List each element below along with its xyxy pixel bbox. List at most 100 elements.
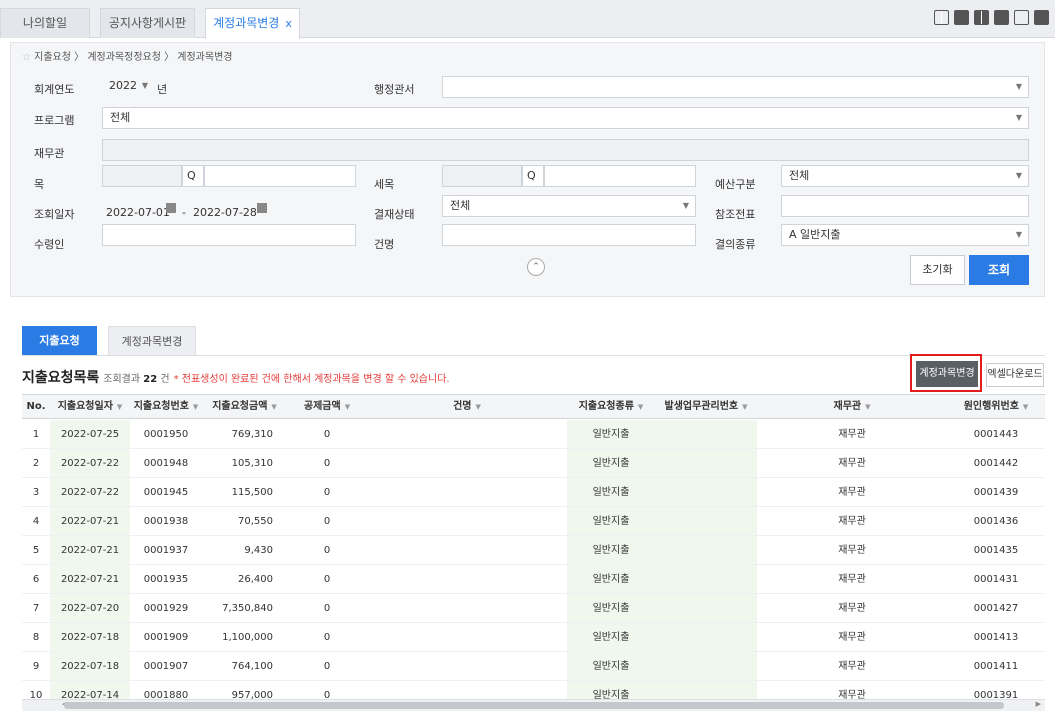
admin-office-select[interactable]: ▼ <box>442 76 1029 98</box>
subitem-search-button[interactable]: Q <box>522 165 544 187</box>
table-cell: 일반지출 <box>567 652 655 681</box>
horizontal-scrollbar[interactable]: ◀ ▶ <box>22 699 1045 711</box>
table-cell: 재무관 <box>757 507 947 536</box>
sort-icon[interactable]: ▼ <box>271 403 276 411</box>
payee-input[interactable] <box>102 224 356 246</box>
program-select[interactable]: 전체 ▼ <box>102 107 1029 129</box>
column-header[interactable]: 지출요청번호 ▼ <box>130 395 202 419</box>
table-cell <box>655 507 757 536</box>
tab-expense-request[interactable]: 지출요청 <box>22 326 97 356</box>
sort-icon[interactable]: ▼ <box>1023 403 1028 411</box>
table-cell <box>367 449 567 478</box>
table-row[interactable]: 10 2022-07-14 0001880 957,000 0 일반지출 재무관 000139… <box>22 681 1045 699</box>
calendar-icon[interactable] <box>257 203 267 213</box>
highlight-box <box>910 354 982 392</box>
table-cell <box>655 652 757 681</box>
sort-icon[interactable]: ▼ <box>742 403 747 411</box>
table-cell <box>655 536 757 565</box>
table-cell: 0 <box>287 536 367 565</box>
sort-icon[interactable]: ▼ <box>345 403 350 411</box>
table-cell: 일반지출 <box>567 478 655 507</box>
column-header[interactable]: 원인행위번호 ▼ <box>947 395 1045 419</box>
column-header[interactable]: 재무관 ▼ <box>757 395 947 419</box>
column-header[interactable]: 건명 ▼ <box>367 395 567 419</box>
close-all-icon[interactable] <box>1034 10 1049 25</box>
budget-type-select[interactable]: 전체 ▼ <box>781 165 1029 187</box>
layout-columns-icon[interactable] <box>974 10 989 25</box>
tab-account-change[interactable]: 계정과목변경 x <box>205 8 300 39</box>
table-row[interactable]: 2 2022-07-22 0001948 105,310 0 일반지출 재무관 0001442 <box>22 449 1045 478</box>
column-header[interactable]: 발생업무관리번호 ▼ <box>655 395 757 419</box>
table-row[interactable]: 3 2022-07-22 0001945 115,500 0 일반지출 재무관 0001439 <box>22 478 1045 507</box>
table-row[interactable]: 5 2022-07-21 0001937 9,430 0 일반지출 재무관 0001435 <box>22 536 1045 565</box>
collapse-chevron-icon[interactable]: ⌃ <box>527 258 545 276</box>
table-cell: 9 <box>22 652 50 681</box>
sort-icon[interactable]: ▼ <box>193 403 198 411</box>
search-button[interactable]: 조회 <box>969 255 1029 285</box>
sort-icon[interactable]: ▼ <box>865 403 870 411</box>
approval-status-select[interactable]: 전체 ▼ <box>442 195 696 217</box>
table-row[interactable]: 8 2022-07-18 0001909 1,100,000 0 일반지출 재무관 00014… <box>22 623 1045 652</box>
table-cell: 2022-07-21 <box>50 536 130 565</box>
scroll-thumb[interactable] <box>64 702 1004 709</box>
tab-notice-board[interactable]: 공지사항게시판 <box>100 8 195 38</box>
table-cell: 26,400 <box>202 565 287 594</box>
layout-split-icon[interactable] <box>934 10 949 25</box>
table-cell: 일반지출 <box>567 420 655 449</box>
table-row[interactable]: 4 2022-07-21 0001938 70,550 0 일반지출 재무관 0001436 <box>22 507 1045 536</box>
sort-icon[interactable]: ▼ <box>638 403 643 411</box>
budget-type-label: 예산구분 <box>715 178 756 191</box>
decision-type-select[interactable]: A 일반지출 ▼ <box>781 224 1029 246</box>
table-row[interactable]: 7 2022-07-20 0001929 7,350,840 0 일반지출 재무관 00014… <box>22 594 1045 623</box>
table-cell: 0001427 <box>947 594 1045 623</box>
sort-icon[interactable]: ▼ <box>476 403 481 411</box>
date-to-input[interactable]: 2022-07-28 <box>193 206 257 219</box>
star-icon[interactable]: ☆ <box>22 52 34 63</box>
table-cell: 115,500 <box>202 478 287 507</box>
calendar-icon[interactable] <box>166 203 176 213</box>
approval-status-value: 전체 <box>450 199 471 212</box>
close-icon[interactable]: x <box>285 17 292 30</box>
table-cell <box>367 652 567 681</box>
item-name-field[interactable] <box>204 165 356 187</box>
table-cell: 9,430 <box>202 536 287 565</box>
date-from-input[interactable]: 2022-07-01 <box>106 206 170 219</box>
column-header[interactable]: No. <box>22 395 50 419</box>
table-cell: 일반지출 <box>567 681 655 699</box>
tab-my-tasks[interactable]: 나의할일 <box>0 8 90 38</box>
item-search-button[interactable]: Q <box>182 165 204 187</box>
table-row[interactable]: 1 2022-07-25 0001950 769,310 0 일반지출 재무관 0001443 <box>22 420 1045 449</box>
table-cell: 769,310 <box>202 420 287 449</box>
fiscal-year-select[interactable]: 2022 ▼ <box>102 76 154 98</box>
table-cell: 2022-07-20 <box>50 594 130 623</box>
scroll-right-icon[interactable]: ▶ <box>1036 700 1041 708</box>
sort-icon[interactable]: ▼ <box>117 403 122 411</box>
table-cell: 0001937 <box>130 536 202 565</box>
ref-voucher-input[interactable] <box>781 195 1029 217</box>
column-header[interactable]: 지출요청종류 ▼ <box>567 395 655 419</box>
subject-input[interactable] <box>442 224 696 246</box>
column-header[interactable]: 지출요청일자 ▼ <box>50 395 130 419</box>
table-row[interactable]: 9 2022-07-18 0001907 764,100 0 일반지출 재무관 0001411 <box>22 652 1045 681</box>
table-row[interactable]: 6 2022-07-21 0001935 26,400 0 일반지출 재무관 0001431 <box>22 565 1045 594</box>
table-cell <box>367 507 567 536</box>
table-cell: 10 <box>22 681 50 699</box>
excel-download-button[interactable]: 엑셀다운로드 <box>986 363 1044 387</box>
layout-single-icon[interactable] <box>1014 10 1029 25</box>
payee-label: 수령인 <box>34 238 65 251</box>
layout-left-icon[interactable] <box>954 10 969 25</box>
table-cell: 70,550 <box>202 507 287 536</box>
layout-rows-icon[interactable] <box>994 10 1009 25</box>
table-cell <box>655 420 757 449</box>
approval-status-label: 결재상태 <box>374 208 415 221</box>
table-cell: 일반지출 <box>567 449 655 478</box>
subitem-name-field[interactable] <box>544 165 696 187</box>
table-cell: 0001413 <box>947 623 1045 652</box>
tab-account-change-list[interactable]: 계정과목변경 <box>108 326 196 356</box>
table-cell: 0001442 <box>947 449 1045 478</box>
table-cell <box>655 478 757 507</box>
column-header[interactable]: 공제금액 ▼ <box>287 395 367 419</box>
table-cell: 재무관 <box>757 652 947 681</box>
reset-button[interactable]: 초기화 <box>910 255 965 285</box>
column-header[interactable]: 지출요청금액 ▼ <box>202 395 287 419</box>
